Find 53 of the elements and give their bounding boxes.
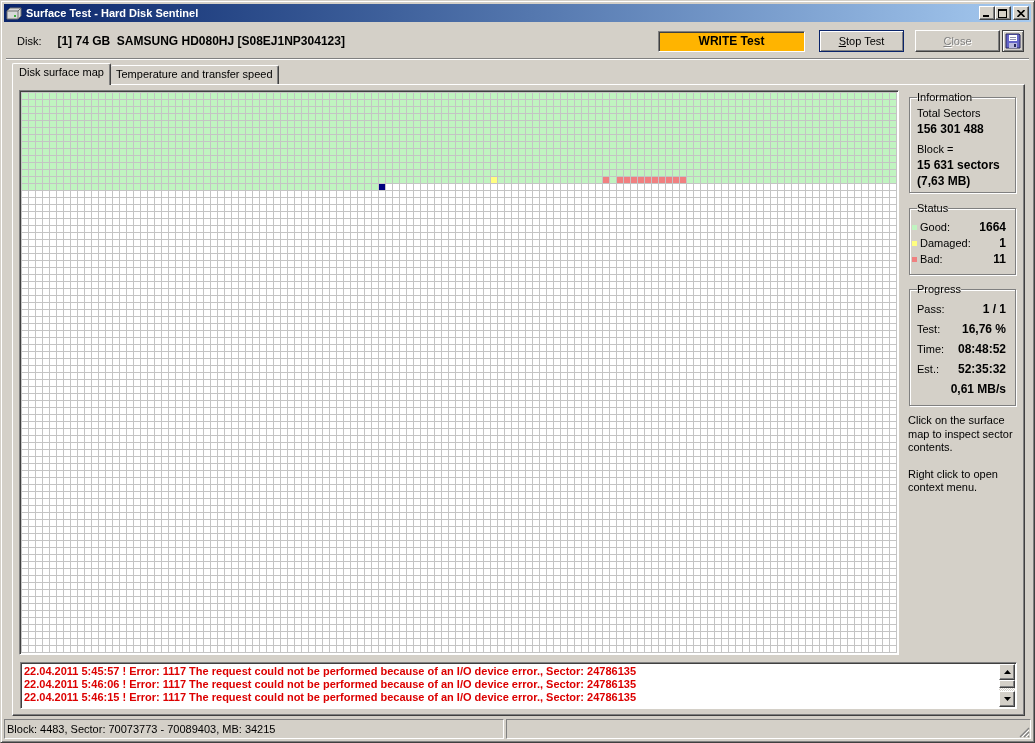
progress-value: 08:48:52 — [957, 341, 1006, 358]
close-icon — [1016, 9, 1025, 17]
disk-name: [1] 74 GB SAMSUNG HD080HJ [S08EJ1NP304123] — [57, 33, 345, 50]
close-button[interactable] — [1013, 6, 1029, 20]
status-bar-text: Block: 4483, Sector: 70073773 - 70089403, MB: 34215 — [4, 719, 504, 739]
window-title: Surface Test - Hard Disk Sentinel — [26, 6, 199, 20]
minimize-button[interactable] — [979, 6, 995, 20]
status-value: 1 — [999, 235, 1006, 252]
log-entry: 22.04.2011 5:46:06 ! Error: 1117 The request could not be performed because of an I/O device error., Sector: 24786135 — [24, 678, 637, 691]
info-label: Block = — [917, 142, 955, 157]
save-button[interactable] — [1002, 30, 1024, 52]
help-text: Click on the surface map to inspect sector contents. — [908, 414, 1014, 455]
group-title: Information — [917, 91, 973, 104]
scroll-down-button[interactable] — [999, 691, 1015, 707]
progress-label: Pass: — [917, 301, 945, 317]
info-value: (7,63 MB) — [917, 173, 972, 189]
log-entry: 22.04.2011 5:46:15 ! Error: 1117 The request could not be performed because of an I/O device error., Sector: 24786135 — [24, 691, 637, 704]
progress-value: 0,61 MB/s — [950, 381, 1006, 398]
help-text: Right click to open context menu. — [908, 467, 999, 495]
group-title: Progress — [917, 283, 962, 296]
disk-label: Disk: — [17, 33, 42, 49]
tab[interactable]: Temperature and transfer speed — [111, 65, 279, 84]
up-arrow-icon — [1003, 670, 1011, 674]
progress-label: Est.: — [917, 361, 939, 377]
scroll-up-button[interactable] — [999, 664, 1015, 680]
info-value: 156 301 488 — [917, 121, 985, 137]
damaged-block — [491, 177, 497, 183]
status-value: 1664 — [979, 219, 1006, 236]
stop-test-button[interactable]: Stop Test — [819, 30, 904, 52]
maximize-icon — [998, 8, 1007, 18]
progress-label: Time: — [917, 341, 945, 357]
current-block — [379, 184, 385, 190]
maximize-button[interactable] — [995, 6, 1011, 20]
status-label: Good: — [920, 219, 950, 235]
scrollbar-track[interactable] — [999, 688, 1015, 691]
group-title: Status — [917, 202, 949, 215]
down-arrow-icon — [1003, 697, 1011, 701]
info-label: Total Sectors — [917, 106, 982, 121]
progress-value: 16,76 % — [961, 321, 1006, 338]
status-label: Bad: — [920, 251, 943, 267]
drive-icon — [6, 6, 22, 20]
test-mode-indicator: WRITE Test — [658, 30, 805, 52]
log-entry: 22.04.2011 5:45:57 ! Error: 1117 The request could not be performed because of an I/O device error., Sector: 24786135 — [24, 665, 637, 678]
progress-label: Test: — [917, 321, 941, 337]
scrollbar-thumb[interactable] — [999, 680, 1015, 688]
tab[interactable]: Disk surface map — [12, 63, 111, 85]
progress-value: 1 / 1 — [982, 301, 1006, 318]
status-value: 11 — [993, 251, 1006, 268]
minimize-icon — [983, 15, 989, 17]
status-label: Damaged: — [920, 235, 971, 251]
bad-block — [603, 177, 609, 183]
progress-value: 52:35:32 — [957, 361, 1006, 378]
info-value: 15 631 sectors — [917, 157, 1001, 173]
